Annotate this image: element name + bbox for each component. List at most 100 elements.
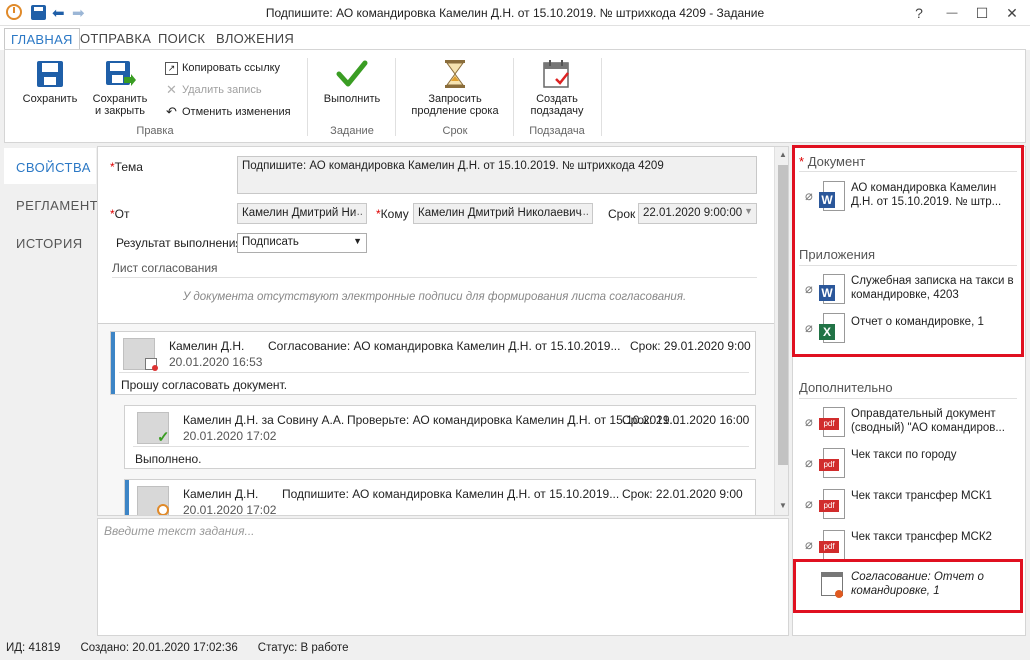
minimize-button[interactable]: — bbox=[941, 3, 963, 23]
paperclip-icon: ⌀ bbox=[805, 496, 813, 511]
deadline-value: 22.01.2020 9:00:00 bbox=[643, 207, 743, 219]
to-label: *Кому bbox=[376, 207, 409, 221]
message-author: Камелин Д.Н. за Совину А.А. bbox=[183, 413, 345, 427]
document-file-item[interactable]: ⌀ W АО командировка Камелин Д.Н. от 15.1… bbox=[805, 181, 1017, 213]
scroll-up-icon[interactable]: ▲ bbox=[779, 150, 787, 159]
message-subject[interactable]: Подпишите: АО командировка Камелин Д.Н. … bbox=[282, 487, 619, 501]
no-signatures-text: У документа отсутствуют электронные подп… bbox=[182, 291, 687, 303]
tab-send[interactable]: ОТПРАВКА bbox=[74, 28, 157, 50]
attachment-item[interactable]: ⌀ X Отчет о командировке, 1 bbox=[805, 313, 1017, 345]
extra-file-item[interactable]: ⌀ pdf Оправдательный документ (сводный) … bbox=[805, 407, 1017, 439]
extra-file-name: Оправдательный документ (сводный) "АО ко… bbox=[851, 408, 1005, 434]
scroll-thumb[interactable] bbox=[778, 165, 788, 465]
extra-file-item[interactable]: ⌀ pdf Чек такси трансфер МСК2 bbox=[805, 530, 1017, 562]
from-field[interactable]: Камелин Дмитрий Ни ... bbox=[237, 203, 367, 224]
delete-icon: ✕ bbox=[166, 82, 177, 97]
save-label: Сохранить bbox=[22, 93, 78, 105]
attachment-item[interactable]: ⌀ W Служебная записка на такси в команди… bbox=[805, 274, 1017, 306]
from-picker-button[interactable]: ... bbox=[353, 206, 363, 218]
message-card[interactable]: Камелин Д.Н. Подпишите: АО командировка … bbox=[124, 479, 756, 516]
request-ext-label-2: продление срока bbox=[411, 105, 499, 117]
extra-file-item[interactable]: ⌀ pdf Чек такси трансфер МСК1 bbox=[805, 489, 1017, 521]
approval-item[interactable]: Согласование: Отчет о командировке, 1 bbox=[819, 570, 1017, 602]
paperclip-icon: ⌀ bbox=[805, 320, 813, 335]
document-file-name: АО командировка Камелин Д.Н. от 15.10.20… bbox=[851, 182, 1002, 208]
paperclip-icon: ⌀ bbox=[805, 414, 813, 429]
extra-file-name: Чек такси по городу bbox=[851, 449, 957, 461]
message-card[interactable]: ✓ Камелин Д.Н. за Совину А.А. Проверьте:… bbox=[124, 405, 756, 469]
save-button[interactable]: Сохранить bbox=[17, 58, 83, 105]
main-scrollbar[interactable]: ▲ ▼ bbox=[774, 147, 788, 515]
from-value: Камелин Дмитрий Ни bbox=[242, 207, 357, 219]
help-button[interactable]: ? bbox=[908, 3, 930, 23]
subject-label: *Тема bbox=[110, 160, 143, 174]
extra-file-item[interactable]: ⌀ pdf Чек такси по городу bbox=[805, 448, 1017, 480]
message-subject[interactable]: Согласование: АО командировка Камелин Д.… bbox=[268, 339, 620, 353]
request-ext-label-1: Запросить bbox=[428, 93, 482, 105]
execute-label: Выполнить bbox=[323, 93, 381, 105]
result-select[interactable]: Подписать ▼ bbox=[237, 233, 367, 253]
close-button[interactable]: ✕ bbox=[1001, 3, 1023, 23]
save-close-label-1: Сохранить bbox=[92, 93, 148, 105]
group-label-task: Задание bbox=[330, 125, 374, 137]
word-file-icon: W bbox=[819, 274, 847, 306]
save-icon bbox=[34, 58, 66, 90]
excel-file-icon: X bbox=[819, 313, 847, 345]
message-divider bbox=[133, 446, 749, 447]
separator bbox=[513, 58, 514, 136]
message-author: Камелин Д.Н. bbox=[169, 339, 245, 353]
approval-sheet-title: Лист согласования bbox=[112, 261, 218, 275]
attachments-section-title: Приложения bbox=[799, 247, 876, 262]
ribbon: Сохранить Сохранить и закрыть ↗ Копирова… bbox=[4, 49, 1026, 143]
copy-link-button[interactable]: ↗ Копировать ссылку bbox=[165, 58, 280, 78]
delete-record-label: Удалить запись bbox=[182, 84, 262, 96]
chevron-down-icon: ▼ bbox=[744, 206, 753, 216]
message-text: Прошу согласовать документ. bbox=[121, 378, 288, 392]
separator bbox=[601, 58, 602, 136]
deadline-field[interactable]: 22.01.2020 9:00:00 ▼ bbox=[638, 203, 757, 224]
to-value: Камелин Дмитрий Николаевич bbox=[418, 207, 582, 219]
maximize-button[interactable]: ☐ bbox=[971, 3, 993, 23]
to-picker-button[interactable]: ... bbox=[579, 206, 589, 218]
result-label: Результат выполнения bbox=[116, 236, 242, 250]
message-card[interactable]: Камелин Д.Н. Согласование: АО командиров… bbox=[110, 331, 756, 395]
word-file-icon: W bbox=[819, 181, 847, 213]
result-value: Подписать bbox=[242, 236, 299, 248]
save-close-icon bbox=[104, 58, 136, 90]
subject-field[interactable]: Подпишите: АО командировка Камелин Д.Н. … bbox=[237, 156, 757, 194]
left-nav: СВОЙСТВА РЕГЛАМЕНТ ИСТОРИЯ bbox=[4, 146, 98, 636]
tab-main[interactable]: ГЛАВНАЯ bbox=[4, 28, 80, 50]
message-date: 20.01.2020 17:02 bbox=[183, 503, 277, 516]
check-icon: ✓ bbox=[157, 429, 170, 446]
chevron-down-icon: ▼ bbox=[353, 236, 362, 246]
section-divider bbox=[799, 398, 1017, 399]
nav-properties[interactable]: СВОЙСТВА bbox=[4, 148, 96, 184]
request-extension-button[interactable]: Запросить продление срока bbox=[405, 58, 505, 117]
group-label-subtask: Подзадача bbox=[529, 125, 585, 137]
nav-history[interactable]: ИСТОРИЯ bbox=[4, 224, 96, 260]
nav-regulation[interactable]: РЕГЛАМЕНТ bbox=[4, 186, 98, 222]
create-subtask-button[interactable]: Создать подзадачу bbox=[521, 58, 593, 117]
calendar-check-icon bbox=[541, 58, 573, 90]
undo-changes-button[interactable]: ↶ Отменить изменения bbox=[165, 102, 291, 122]
approval-item-name: Согласование: Отчет о командировке, 1 bbox=[851, 571, 984, 597]
tab-attachments[interactable]: ВЛОЖЕНИЯ bbox=[210, 28, 300, 50]
paperclip-icon: ⌀ bbox=[805, 281, 813, 296]
create-sub-label-1: Создать bbox=[536, 93, 578, 105]
scroll-down-icon[interactable]: ▼ bbox=[779, 501, 787, 510]
group-label-edit: Правка bbox=[136, 125, 174, 137]
save-close-button[interactable]: Сохранить и закрыть bbox=[85, 58, 155, 117]
paperclip-icon: ⌀ bbox=[805, 537, 813, 552]
group-label-deadline: Срок bbox=[442, 125, 468, 137]
tab-search[interactable]: ПОИСК bbox=[152, 28, 211, 50]
undo-changes-label: Отменить изменения bbox=[182, 106, 291, 118]
delete-record-button[interactable]: ✕ Удалить запись bbox=[165, 80, 262, 100]
task-text-input[interactable]: Введите текст задания... bbox=[97, 518, 789, 636]
message-divider bbox=[119, 372, 749, 373]
window-title: Подпишите: АО командировка Камелин Д.Н. … bbox=[265, 6, 765, 20]
attachment-name: Служебная записка на такси в командировк… bbox=[851, 275, 1014, 301]
execute-button[interactable]: Выполнить bbox=[317, 58, 387, 105]
hourglass-icon bbox=[439, 58, 471, 90]
to-field[interactable]: Камелин Дмитрий Николаевич ... bbox=[413, 203, 593, 224]
section-divider bbox=[799, 265, 1017, 266]
